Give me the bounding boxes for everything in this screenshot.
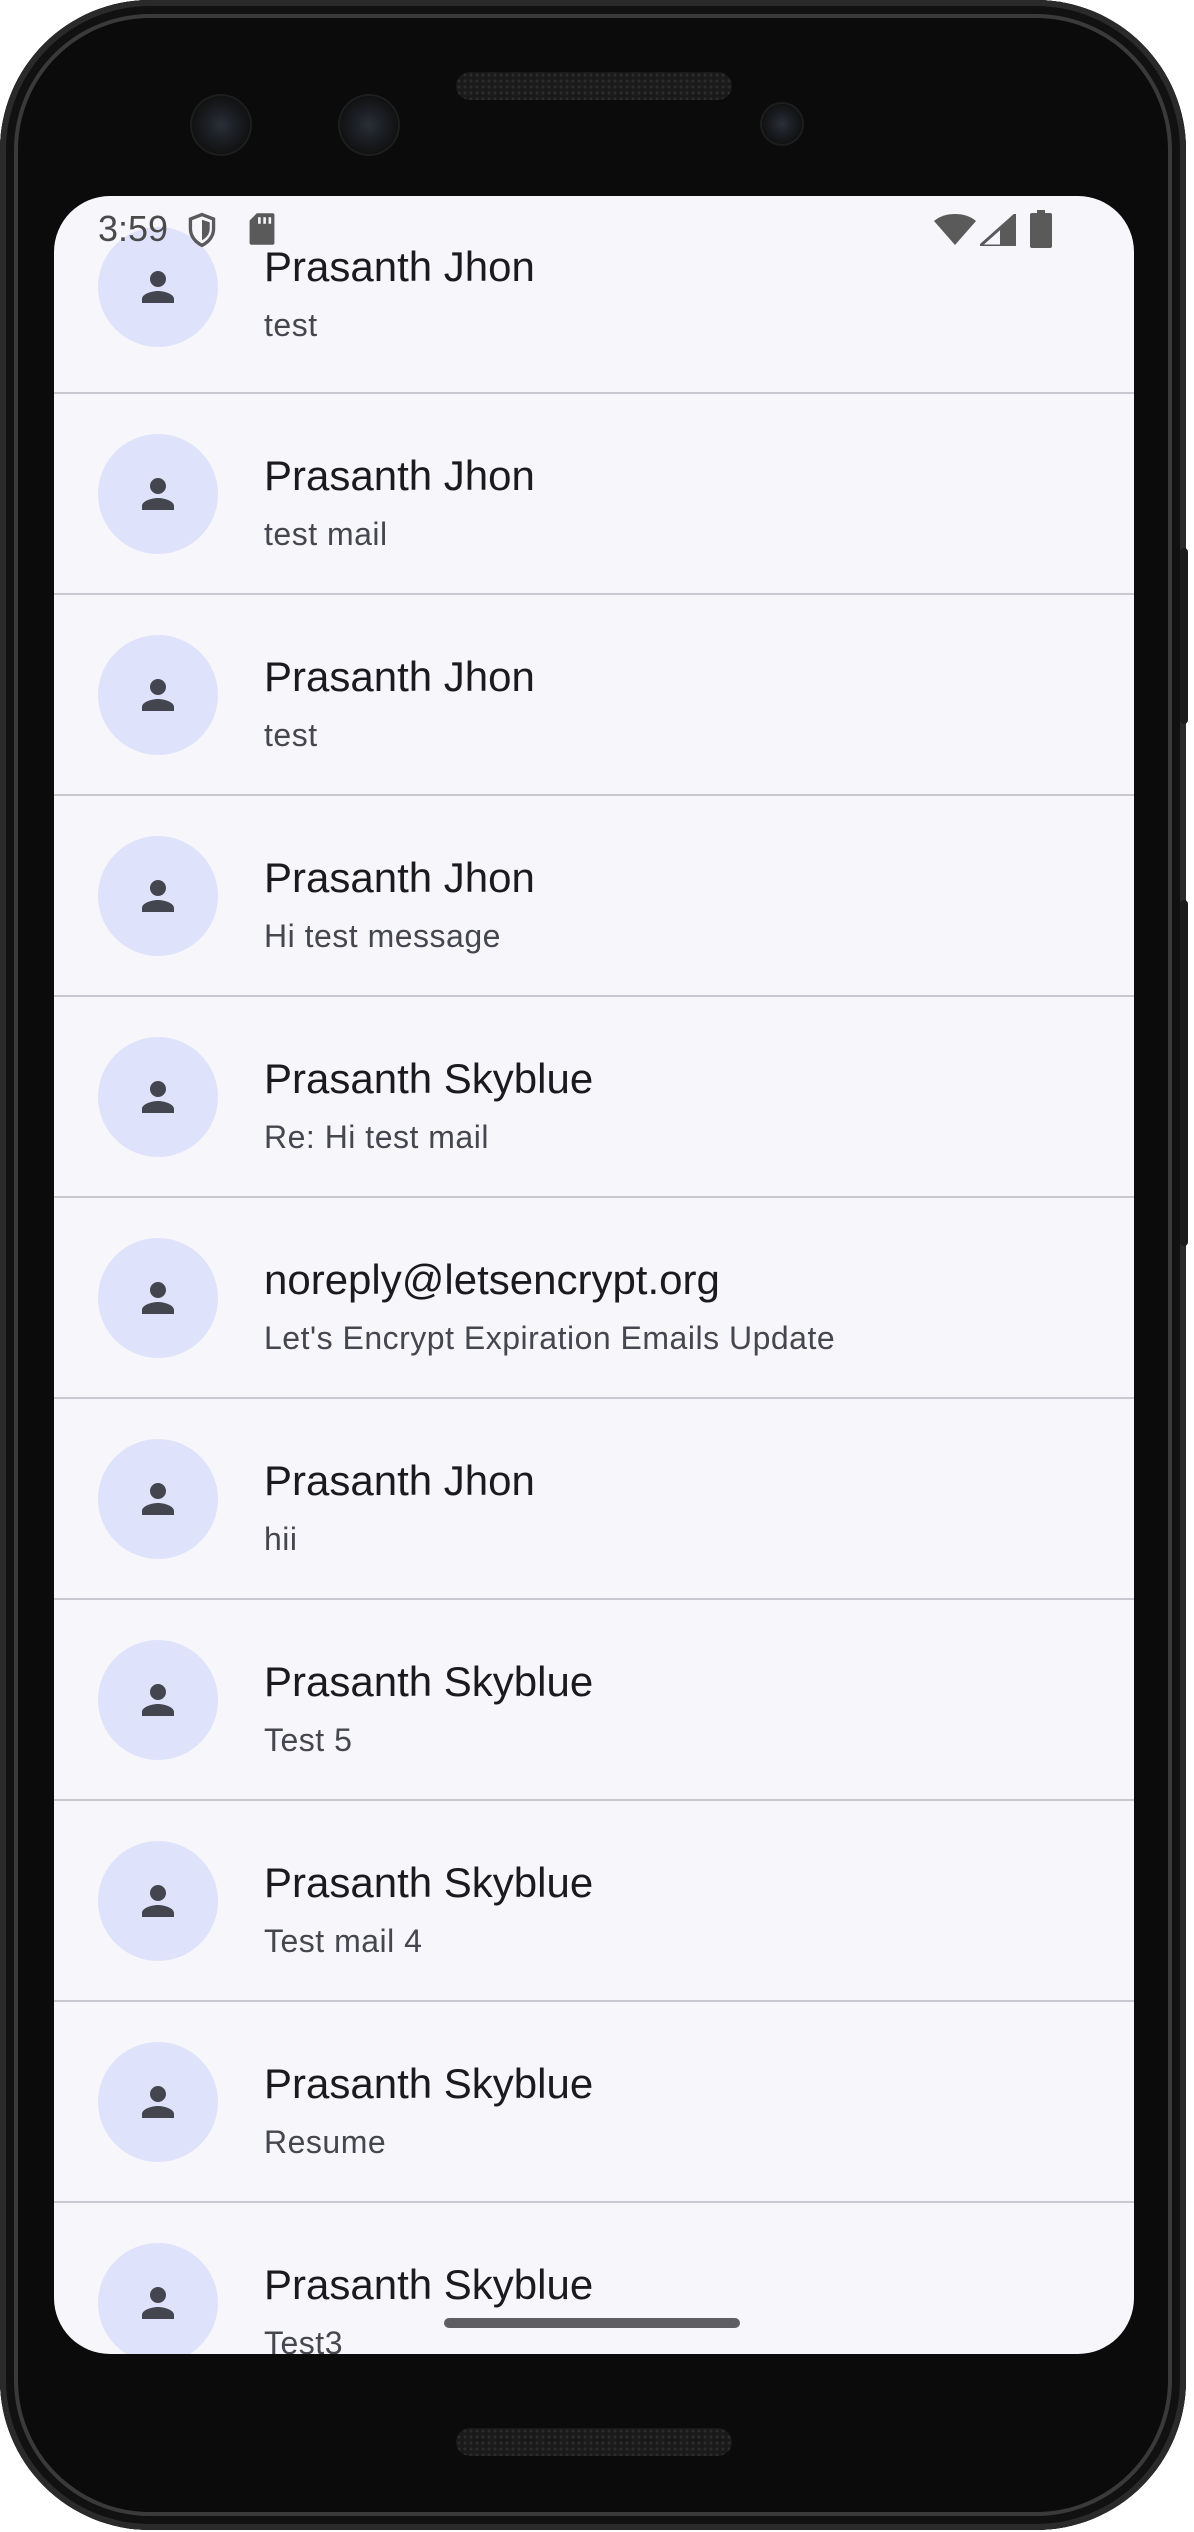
sender-name: Prasanth Jhon (264, 653, 535, 700)
person-icon (142, 1282, 174, 1314)
list-item[interactable]: Prasanth Skyblue Resume (54, 2002, 1134, 2203)
avatar (98, 2243, 218, 2354)
list-item[interactable]: Prasanth Skyblue Test mail 4 (54, 1801, 1134, 2002)
front-camera-icon (340, 96, 398, 154)
avatar (98, 1439, 218, 1559)
person-icon (142, 679, 174, 711)
person-icon (142, 880, 174, 912)
sender-name: noreply@letsencrypt.org (264, 1256, 720, 1303)
sender-name: Prasanth Skyblue (264, 1658, 594, 1705)
phone-frame: Prasanth Jhon test Prasanth Jhon test ma… (0, 0, 1188, 2530)
proximity-sensor-icon (762, 104, 802, 144)
battery-icon (1030, 210, 1052, 248)
screen: Prasanth Jhon test Prasanth Jhon test ma… (54, 196, 1134, 2354)
sender-name: Prasanth Jhon (264, 854, 535, 901)
front-camera-icon (192, 96, 250, 154)
email-subject: Test3 (264, 2325, 343, 2354)
person-icon (142, 1483, 174, 1515)
person-icon (142, 478, 174, 510)
list-item[interactable]: Prasanth Jhon test (54, 595, 1134, 796)
person-icon (142, 1684, 174, 1716)
bottom-speaker (456, 2428, 732, 2456)
email-subject: Test 5 (264, 1722, 353, 1758)
list-item[interactable]: Prasanth Skyblue Test3 (54, 2203, 1134, 2354)
wifi-icon (934, 214, 976, 245)
person-icon (142, 2287, 174, 2319)
top-speaker (456, 72, 732, 100)
list-item[interactable]: Prasanth Jhon Hi test message (54, 796, 1134, 997)
email-subject: Resume (264, 2124, 387, 2160)
sender-name: Prasanth Skyblue (264, 2060, 594, 2107)
person-icon (142, 2086, 174, 2118)
person-icon (142, 1885, 174, 1917)
avatar (98, 1841, 218, 1961)
sd-card-icon (249, 213, 275, 245)
sender-name: Prasanth Skyblue (264, 2261, 594, 2308)
shield-icon (188, 212, 216, 248)
home-indicator[interactable] (444, 2318, 740, 2328)
email-subject: test mail (264, 516, 388, 552)
avatar (98, 836, 218, 956)
sender-name: Prasanth Jhon (264, 1457, 535, 1504)
email-subject: Test mail 4 (264, 1923, 423, 1959)
sender-name: Prasanth Jhon (264, 452, 535, 499)
sender-name: Prasanth Skyblue (264, 1859, 594, 1906)
status-bar: 3:59 (54, 196, 1134, 262)
avatar (98, 1037, 218, 1157)
avatar (98, 434, 218, 554)
list-item[interactable]: Prasanth Jhon hii (54, 1399, 1134, 1600)
volume-button (1180, 900, 1188, 1246)
avatar (98, 1640, 218, 1760)
email-subject: hii (264, 1521, 298, 1557)
power-button (1180, 548, 1188, 724)
signal-icon (980, 214, 1016, 246)
person-icon (142, 271, 174, 303)
sender-name: Prasanth Skyblue (264, 1055, 594, 1102)
list-item[interactable]: noreply@letsencrypt.org Let's Encrypt Ex… (54, 1198, 1134, 1399)
list-item[interactable]: Prasanth Skyblue Re: Hi test mail (54, 997, 1134, 1198)
status-time: 3:59 (98, 208, 169, 249)
email-subject: Hi test message (264, 918, 501, 954)
avatar (98, 1238, 218, 1358)
list-item[interactable]: Prasanth Jhon test mail (54, 394, 1134, 595)
avatar (98, 635, 218, 755)
email-subject: Let's Encrypt Expiration Emails Update (264, 1320, 836, 1356)
avatar (98, 2042, 218, 2162)
list-item[interactable]: Prasanth Skyblue Test 5 (54, 1600, 1134, 1801)
email-subject: test (264, 717, 318, 753)
email-subject: test (264, 307, 318, 343)
email-subject: Re: Hi test mail (264, 1119, 489, 1155)
person-icon (142, 1081, 174, 1113)
